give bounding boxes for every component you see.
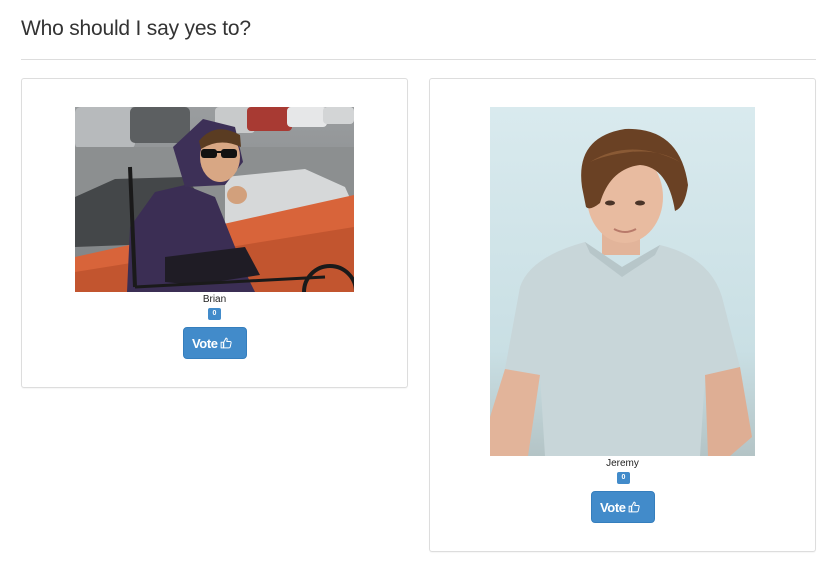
- candidate-name: Brian: [202, 294, 227, 305]
- thumbs-up-icon: [628, 501, 640, 513]
- candidate-photo-jeremy: [490, 107, 755, 456]
- vote-button-jeremy[interactable]: Vote: [591, 491, 655, 523]
- candidate-card-brian: Brian 0 Vote: [21, 78, 408, 388]
- page-title: Who should I say yes to?: [21, 17, 251, 40]
- page-header: Who should I say yes to?: [21, 0, 816, 60]
- candidate-photo-brian: [75, 107, 354, 292]
- vote-count-badge: 0: [617, 472, 630, 484]
- candidate-name: Jeremy: [606, 458, 639, 469]
- vote-count-badge: 0: [208, 308, 221, 320]
- vote-button-label: Vote: [600, 499, 626, 515]
- vote-button-label: Vote: [192, 335, 218, 351]
- candidate-card-jeremy: Jeremy 0 Vote: [429, 78, 816, 552]
- vote-button-brian[interactable]: Vote: [183, 327, 247, 359]
- thumbs-up-icon: [220, 337, 232, 349]
